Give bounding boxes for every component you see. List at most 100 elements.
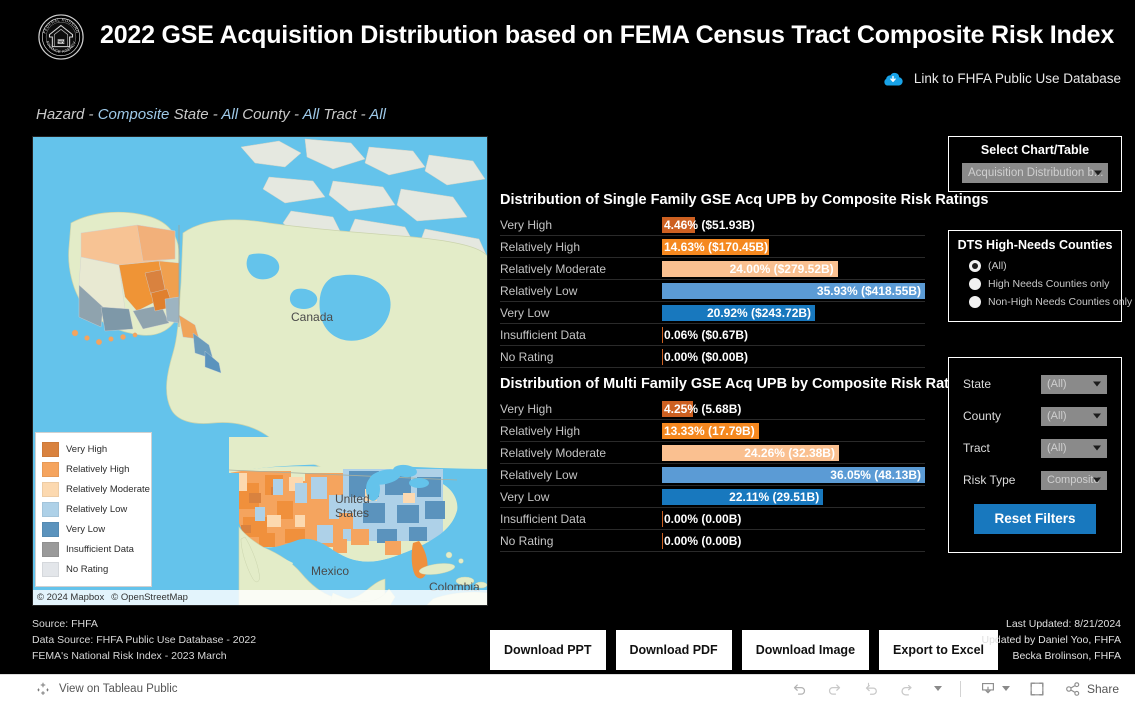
legend-item[interactable]: Insufficient Data [42, 539, 145, 559]
bar-value-label: 24.00% ($279.52B) [729, 261, 834, 276]
legend-swatch-insufficient-data [42, 541, 59, 557]
bar-track: 20.92% ($243.72B) [662, 302, 925, 324]
redo-icon[interactable] [826, 680, 844, 698]
undo-icon[interactable] [790, 680, 808, 698]
public-use-database-link[interactable]: Link to FHFA Public Use Database [882, 70, 1121, 86]
map-label-canada: Canada [291, 310, 333, 324]
select-chart-dropdown[interactable]: Acquisition Distribution b... [962, 163, 1108, 183]
filter-tract-value: All [369, 106, 386, 123]
download-menu-button[interactable] [979, 680, 1010, 698]
bar-category-label: Insufficient Data [500, 511, 586, 526]
legend-swatch-relatively-high [42, 461, 59, 477]
bar-track: 35.93% ($418.55B) [662, 280, 925, 302]
radio-unselected-icon [969, 296, 981, 308]
share-button[interactable]: Share [1064, 680, 1119, 698]
bar-row[interactable]: Relatively Low 35.93% ($418.55B) [500, 280, 925, 302]
bar-row[interactable]: Relatively Moderate 24.26% (32.38B) [500, 442, 925, 464]
active-filters-summary: Hazard - Composite State - All County - … [36, 106, 386, 123]
dts-high-needs-panel: DTS High-Needs Counties (All) High Needs… [948, 230, 1132, 322]
bar-category-label: No Rating [500, 349, 554, 364]
bar-row[interactable]: Relatively Low 36.05% (48.13B) [500, 464, 925, 486]
bar-value-label: 4.46% ($51.93B) [664, 217, 755, 232]
filter-label-risk-type: Risk Type [963, 473, 1016, 487]
legend-swatch-relatively-moderate [42, 481, 59, 497]
refresh-icon[interactable] [898, 680, 916, 698]
filter-hazard-label: Hazard [36, 106, 85, 123]
filter-county-label: County [242, 106, 290, 123]
bar-value-label: 20.92% ($243.72B) [706, 305, 812, 320]
bar-category-label: Relatively High [500, 423, 581, 438]
bar-track: 0.06% ($0.67B) [662, 324, 925, 346]
dts-radio-high-needs[interactable]: High Needs Counties only [969, 275, 1115, 293]
bar-row[interactable]: Very High 4.25% (5.68B) [500, 398, 925, 420]
filter-dropdown-state[interactable]: (All) [1041, 374, 1107, 394]
legend-swatch-very-high [42, 441, 59, 457]
updated-line: Becka Brolinson, FHFA [1012, 650, 1121, 662]
download-chevron-down-icon [1001, 686, 1010, 691]
dts-radio-all[interactable]: (All) [969, 257, 1115, 275]
select-chart-panel-title: Select Chart/Table [980, 143, 1090, 157]
map-label-states: States [335, 506, 369, 520]
legend-item[interactable]: Very Low [42, 519, 145, 539]
chevron-down-icon [1094, 170, 1102, 176]
updated-info: Last Updated: 8/21/2024 Updated by Danie… [981, 616, 1121, 664]
bar-value-label: 22.11% (29.51B) [729, 489, 820, 504]
toolbar-chevron-down-icon[interactable] [933, 686, 942, 691]
download-ppt-button[interactable]: Download PPT [490, 630, 606, 670]
cloud-download-icon [884, 72, 903, 86]
legend-item[interactable]: Relatively High [42, 459, 145, 479]
choropleth-map[interactable]: Canada United States Mexico Colombia Ver… [32, 136, 488, 606]
legend-label: Relatively High [66, 463, 130, 475]
filter-label-state: State [963, 377, 992, 391]
bar-row[interactable]: Relatively Moderate 24.00% ($279.52B) [500, 258, 925, 280]
bar-row[interactable]: Insufficient Data 0.00% (0.00B) [500, 508, 925, 530]
filter-dropdown-county[interactable]: (All) [1041, 406, 1107, 426]
bar-row[interactable]: No Rating 0.00% ($0.00B) [500, 346, 925, 368]
filter-dropdown-risk-type[interactable]: Composite [1041, 470, 1107, 490]
dashboard-root: FHFA FEDERAL HOUSING FINANCE AGENCY 2022… [0, 0, 1135, 702]
bar-track: 24.00% ($279.52B) [662, 258, 925, 280]
legend-item[interactable]: Very High [42, 439, 145, 459]
bar-row[interactable]: Insufficient Data 0.06% ($0.67B) [500, 324, 925, 346]
download-image-button[interactable]: Download Image [741, 630, 870, 670]
multi-family-bars: Very High 4.25% (5.68B) Relatively High … [500, 398, 925, 552]
svg-text:FHFA: FHFA [57, 40, 66, 44]
multi-family-chart: Distribution of Multi Family GSE Acq UPB… [500, 376, 979, 552]
export-to-excel-button[interactable]: Export to Excel [879, 630, 999, 670]
filter-dropdown-tract[interactable]: (All) [1041, 438, 1107, 458]
bar-row[interactable]: No Rating 0.00% (0.00B) [500, 530, 925, 552]
source-line: FEMA's National Risk Index - 2023 March [32, 650, 227, 662]
bar-track: 0.00% ($0.00B) [662, 346, 925, 368]
dts-radio-label: Non-High Needs Counties only [988, 296, 1133, 308]
legend-item[interactable]: Relatively Low [42, 499, 145, 519]
filter-label-county: County [963, 409, 1002, 423]
view-on-tableau-public-link[interactable]: View on Tableau Public [34, 680, 178, 698]
bar-category-label: Relatively High [500, 239, 581, 254]
revert-icon[interactable] [862, 680, 880, 698]
legend-label: Insufficient Data [66, 543, 134, 555]
dts-radio-non-high-needs[interactable]: Non-High Needs Counties only [969, 293, 1132, 311]
header: FHFA FEDERAL HOUSING FINANCE AGENCY 2022… [0, 0, 1135, 70]
bar-category-label: Very Low [500, 305, 550, 320]
filter-row-risk-type: Risk Type Composite [963, 464, 1107, 496]
attribution-mapbox[interactable]: © 2024 Mapbox [37, 592, 104, 603]
bar-row[interactable]: Very High 4.46% ($51.93B) [500, 214, 925, 236]
bar-row[interactable]: Relatively High 13.33% (17.79B) [500, 420, 925, 442]
legend-item[interactable]: No Rating [42, 559, 145, 579]
multi-family-chart-title: Distribution of Multi Family GSE Acq UPB… [500, 376, 979, 392]
filters-panel: State (All) County (All) Tract (All) Ris… [948, 357, 1122, 553]
fullscreen-icon[interactable] [1028, 680, 1046, 698]
toolbar-divider [959, 680, 961, 697]
bar-track: 13.33% (17.79B) [662, 420, 925, 442]
attribution-osm[interactable]: © OpenStreetMap [111, 592, 188, 603]
legend-item[interactable]: Relatively Moderate [42, 479, 150, 499]
reset-filters-button[interactable]: Reset Filters [974, 504, 1096, 534]
bar-row[interactable]: Very Low 22.11% (29.51B) [500, 486, 925, 508]
bar-value-label: 4.25% (5.68B) [664, 401, 742, 416]
bar-row[interactable]: Relatively High 14.63% ($170.45B) [500, 236, 925, 258]
bar-row[interactable]: Very Low 20.92% ($243.72B) [500, 302, 925, 324]
bar-value-label: 14.63% ($170.45B) [664, 239, 769, 254]
bar-category-label: Very High [500, 217, 553, 232]
bar-value-label: 0.06% ($0.67B) [664, 327, 749, 342]
download-pdf-button[interactable]: Download PDF [615, 630, 732, 670]
